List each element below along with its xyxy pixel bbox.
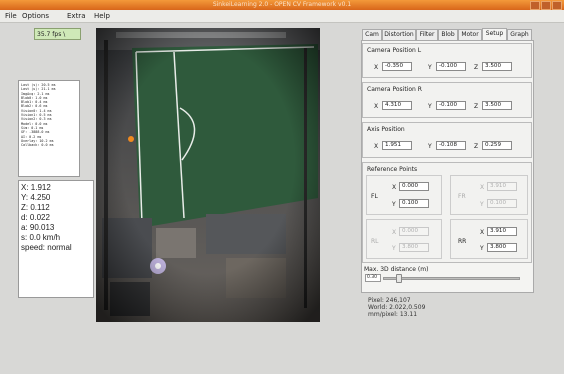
pos-speed: speed: normal xyxy=(21,243,72,252)
max-3d-distance-label: Max. 3D distance (m) xyxy=(364,266,429,273)
ref-fr-label: FR xyxy=(458,193,466,200)
minimize-button[interactable] xyxy=(530,1,540,10)
cam-l-x-field[interactable]: -0.350 xyxy=(382,62,412,71)
max-3d-distance-value: 0.30 xyxy=(365,274,381,282)
tab-cam[interactable]: Cam xyxy=(362,29,382,40)
menu-help[interactable]: Help xyxy=(94,12,110,20)
menu-options[interactable]: Options xyxy=(22,12,49,20)
axis-x-field[interactable]: 1.951 xyxy=(382,141,412,150)
ref-fr-x-field: 3.910 xyxy=(487,182,517,191)
ref-fr-y-field: 0.100 xyxy=(487,199,517,208)
cam-l-z-field[interactable]: 3.500 xyxy=(482,62,512,71)
fps-indicator: 35.7 fps \ xyxy=(34,28,81,40)
label-x: X xyxy=(374,64,379,71)
axis-z-field[interactable]: 0.259 xyxy=(482,141,512,150)
camera-view[interactable] xyxy=(96,28,320,322)
axis-y-field[interactable]: -0.108 xyxy=(436,141,466,150)
label-x: X xyxy=(480,184,485,191)
group-title: Camera Position L xyxy=(367,47,422,54)
tab-distortion[interactable]: Distortion xyxy=(382,29,416,40)
pos-x: X: 1.912 xyxy=(21,183,51,192)
window-title: SinkeiLearning 2.0 - OPEN CV Framework v… xyxy=(212,1,352,8)
max-3d-distance-slider[interactable] xyxy=(383,277,520,280)
pos-z: Z: 0.112 xyxy=(21,203,50,212)
group-title: Axis Position xyxy=(367,126,405,133)
slider-handle[interactable] xyxy=(396,274,403,283)
menu-file[interactable]: File xyxy=(5,12,17,20)
ref-rl-label: RL xyxy=(371,238,379,245)
stats-row: Callback: 0.0 ms xyxy=(21,143,54,148)
label-y: Y xyxy=(480,245,484,252)
label-y: Y xyxy=(392,245,396,252)
ref-rl-y-field: 3.800 xyxy=(399,243,429,252)
ref-rr-y-field[interactable]: 3.800 xyxy=(487,243,517,252)
label-x: X xyxy=(392,184,397,191)
axis-position-group: Axis Position xyxy=(362,122,532,158)
mm-per-pixel: mm/pixel: 13.11 xyxy=(368,311,418,318)
pixel-info: Pixel: 246,107 World: 2.022,0.509 mm/pix… xyxy=(368,297,425,318)
ref-fl-y-field[interactable]: 0.100 xyxy=(399,199,429,208)
label-x: X xyxy=(480,229,485,236)
cam-l-y-field[interactable]: -0.100 xyxy=(436,62,466,71)
tab-graph[interactable]: Graph xyxy=(507,29,532,40)
camera-image xyxy=(96,28,320,322)
label-z: Z xyxy=(474,103,479,110)
ref-rr-label: RR xyxy=(458,238,467,245)
ref-fl-x-field[interactable]: 0.000 xyxy=(399,182,429,191)
maximize-button[interactable] xyxy=(541,1,551,10)
cam-r-y-field[interactable]: -0.100 xyxy=(436,101,466,110)
tab-motor[interactable]: Motor xyxy=(458,29,482,40)
ref-rr-x-field[interactable]: 3.910 xyxy=(487,227,517,236)
tab-blob[interactable]: Blob xyxy=(438,29,458,40)
label-z: Z xyxy=(474,64,479,71)
label-y: Y xyxy=(428,143,432,150)
cam-r-z-field[interactable]: 3.500 xyxy=(482,101,512,110)
position-readout: X: 1.912 Y: 4.250 Z: 0.112 d: 0.022 a: 9… xyxy=(18,180,94,298)
camera-position-r-group: Camera Position R xyxy=(362,82,532,118)
pos-s: s: 0.0 km/h xyxy=(21,233,61,242)
pos-y: Y: 4.250 xyxy=(21,193,51,202)
ref-fl-label: FL xyxy=(371,193,378,200)
label-x: X xyxy=(392,229,397,236)
pos-d: d: 0.022 xyxy=(21,213,50,222)
close-button[interactable] xyxy=(552,1,562,10)
camera-position-l-group: Camera Position L xyxy=(362,43,532,78)
world-coord: World: 2.022,0.509 xyxy=(368,304,426,311)
label-x: X xyxy=(374,143,379,150)
pixel-coord: Pixel: 246,107 xyxy=(368,297,411,304)
pos-a: a: 90.013 xyxy=(21,223,55,232)
menu-extra[interactable]: Extra xyxy=(67,12,85,20)
group-title: Camera Position R xyxy=(367,86,422,93)
tab-setup[interactable]: Setup xyxy=(482,28,507,40)
label-y: Y xyxy=(428,64,432,71)
ref-rl-x-field: 0.000 xyxy=(399,227,429,236)
cam-r-x-field[interactable]: 4.310 xyxy=(382,101,412,110)
timing-stats-panel: Last (s): 20.5 ms Last (u): 21.1 ms ImgA… xyxy=(18,80,80,177)
label-y: Y xyxy=(480,201,484,208)
label-y: Y xyxy=(392,201,396,208)
label-x: X xyxy=(374,103,379,110)
label-y: Y xyxy=(428,103,432,110)
group-title: Reference Points xyxy=(367,166,418,173)
title-bar: SinkeiLearning 2.0 - OPEN CV Framework v… xyxy=(0,0,564,10)
menu-bar: File Options Extra Help xyxy=(0,10,564,23)
label-z: Z xyxy=(474,143,479,150)
tab-filter[interactable]: Filter xyxy=(416,29,438,40)
